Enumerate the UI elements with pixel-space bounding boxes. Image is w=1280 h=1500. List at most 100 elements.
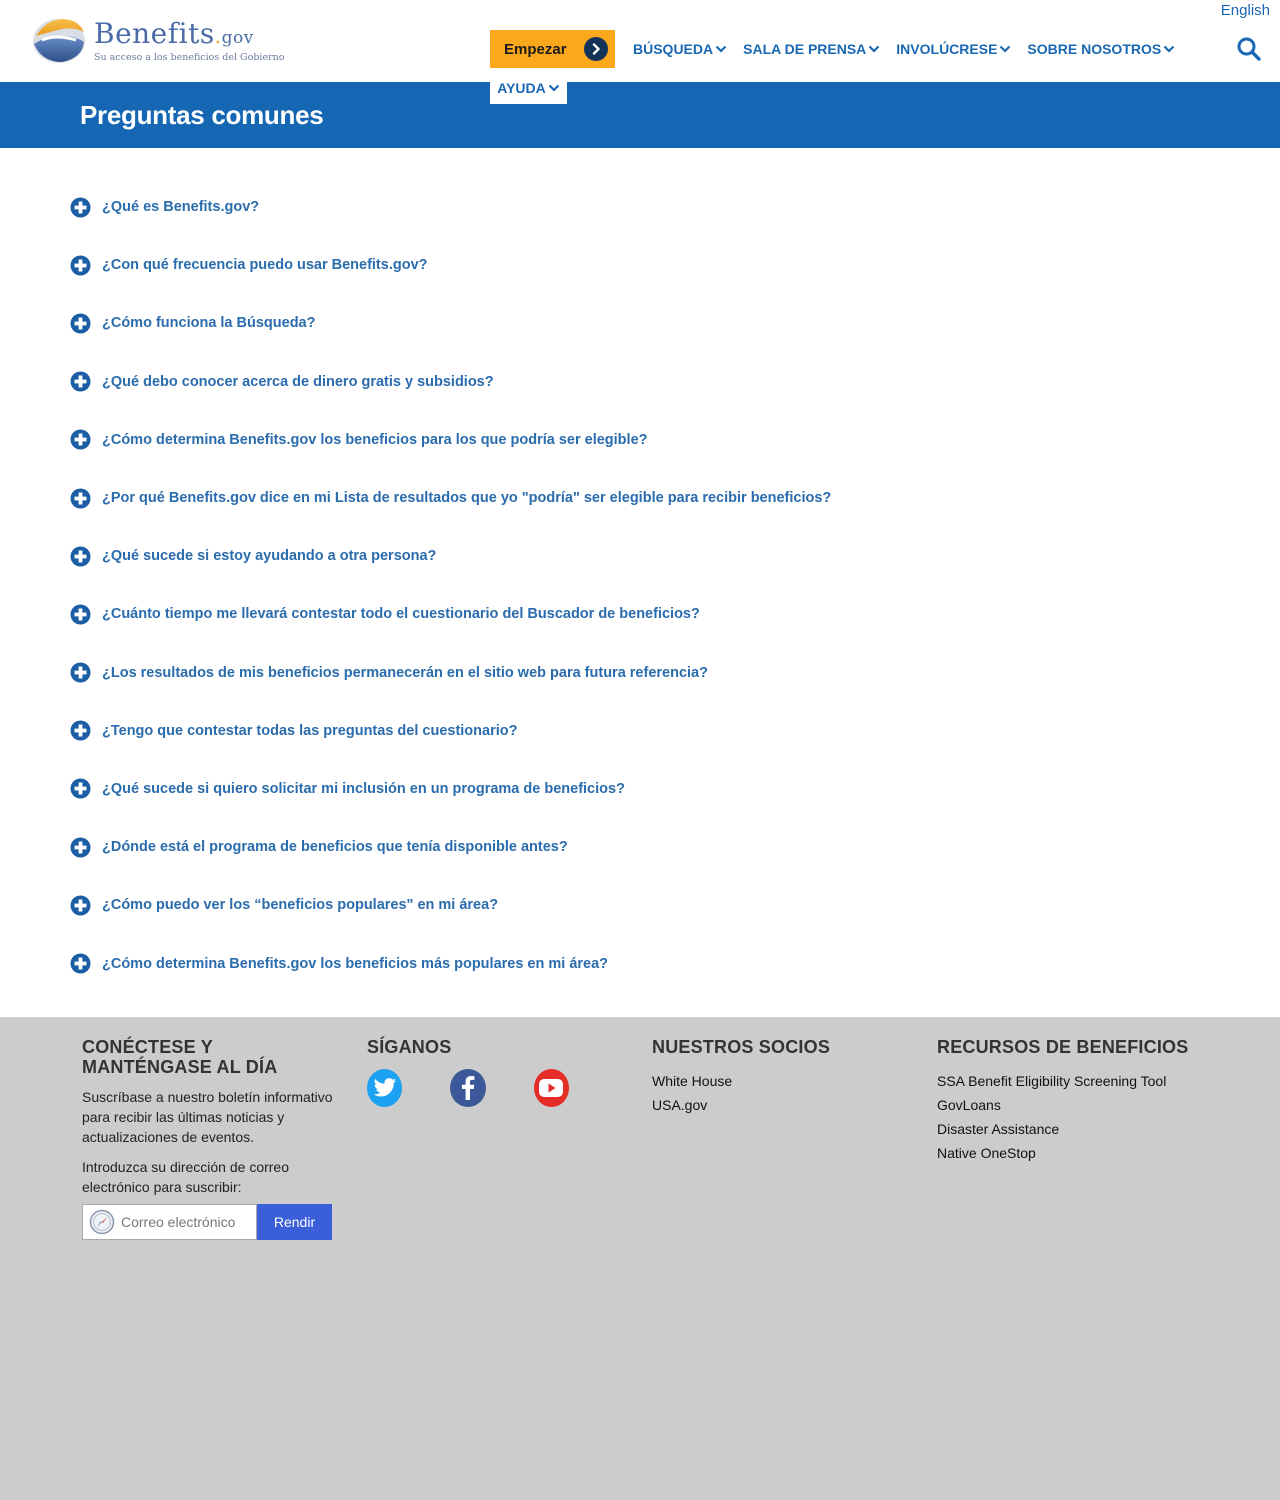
chevron-down-icon — [1000, 45, 1011, 53]
resource-link-ssa-best[interactable]: SSA Benefit Eligibility Screening Tool — [937, 1069, 1237, 1093]
faq-question: ¿Cómo determina Benefits.gov los benefic… — [102, 955, 609, 972]
plus-circle-icon — [70, 953, 91, 974]
resource-link-govloans[interactable]: GovLoans — [937, 1093, 1237, 1117]
chevron-down-icon — [869, 45, 880, 53]
partner-link-usa-gov[interactable]: USA.gov — [652, 1093, 902, 1117]
faq-item[interactable]: ¿Cómo funciona la Búsqueda? — [70, 294, 1170, 352]
compass-icon — [89, 1209, 115, 1235]
site-logo[interactable]: Benefits.gov Su acceso a los beneficios … — [32, 12, 284, 68]
faq-item[interactable]: ¿Cuánto tiempo me llevará contestar todo… — [70, 585, 1170, 643]
footer-partners-column: NUESTROS SOCIOS White House USA.gov — [652, 1037, 902, 1117]
nav-search[interactable]: BÚSQUEDA — [633, 41, 727, 57]
footer-partners-heading: NUESTROS SOCIOS — [652, 1037, 831, 1057]
plus-circle-icon — [70, 895, 91, 916]
site-footer: CONÉCTESE Y MANTÉNGASE AL DÍA Suscríbase… — [0, 1017, 1280, 1500]
partner-link-white-house[interactable]: White House — [652, 1069, 902, 1093]
chevron-down-icon — [1163, 45, 1175, 53]
faq-question: ¿Qué es Benefits.gov? — [102, 199, 260, 216]
faq-question: ¿Cómo puedo ver los “beneficios populare… — [102, 897, 499, 914]
nav-get-involved-label: INVOLÚCRESE — [896, 41, 998, 57]
globe-logo-icon — [33, 19, 85, 63]
nav-search-label: BÚSQUEDA — [633, 41, 714, 57]
plus-circle-icon — [70, 604, 91, 625]
faq-question: ¿Con qué frecuencia puedo usar Benefits.… — [102, 257, 428, 274]
nav-help-label: AYUDA — [497, 80, 546, 96]
faq-item[interactable]: ¿Qué sucede si quiero solicitar mi inclu… — [70, 760, 1170, 818]
facebook-icon[interactable] — [450, 1069, 486, 1107]
social-links — [367, 1069, 617, 1107]
footer-follow-heading: SÍGANOS — [367, 1037, 452, 1057]
plus-circle-icon — [70, 837, 91, 858]
plus-circle-icon — [70, 429, 91, 450]
start-button[interactable]: Empezar — [490, 30, 615, 68]
faq-item[interactable]: ¿Dónde está el programa de beneficios qu… — [70, 818, 1170, 876]
email-label: Introduzca su dirección de correo electr… — [82, 1159, 289, 1195]
logo-tagline: Su acceso a los beneficios del Gobierno — [94, 52, 285, 63]
search-button[interactable] — [1236, 36, 1262, 62]
nav-about-us[interactable]: SOBRE NOSOTROS — [1027, 41, 1175, 57]
faq-question: ¿Dónde está el programa de beneficios qu… — [102, 839, 568, 856]
faq-question: ¿Cómo determina Benefits.gov los benefic… — [102, 431, 648, 448]
chevron-right-icon — [584, 37, 608, 61]
chevron-down-icon — [715, 45, 727, 53]
logo-wordmark-suffix: gov — [221, 28, 254, 48]
newsletter-signup-form: Rendir — [82, 1204, 332, 1240]
faq-question: ¿Los resultados de mis beneficios perman… — [102, 664, 708, 681]
resource-links: SSA Benefit Eligibility Screening Tool G… — [937, 1069, 1237, 1165]
chevron-down-icon — [548, 84, 560, 92]
plus-circle-icon — [70, 546, 91, 567]
resource-link-disaster-assistance[interactable]: Disaster Assistance — [937, 1117, 1237, 1141]
plus-circle-icon — [70, 720, 91, 741]
youtube-icon[interactable] — [533, 1069, 569, 1107]
faq-question: ¿Qué sucede si quiero solicitar mi inclu… — [102, 780, 625, 797]
magnifier-icon — [1237, 37, 1261, 61]
plus-circle-icon — [70, 371, 91, 392]
plus-circle-icon — [70, 488, 91, 509]
site-header: English Benefits.gov Su acceso a los ben… — [0, 0, 1280, 82]
page-title-banner: Preguntas comunes — [0, 82, 1280, 148]
faq-question: ¿Qué sucede si estoy ayudando a otra per… — [102, 548, 437, 565]
partner-links: White House USA.gov — [652, 1069, 902, 1117]
faq-question: ¿Tengo que contestar todas las preguntas… — [102, 722, 518, 739]
faq-item[interactable]: ¿Con qué frecuencia puedo usar Benefits.… — [70, 236, 1170, 294]
faq-item[interactable]: ¿Qué es Benefits.gov? — [70, 178, 1170, 236]
nav-about-us-label: SOBRE NOSOTROS — [1027, 41, 1162, 57]
twitter-icon[interactable] — [367, 1069, 403, 1107]
faq-item[interactable]: ¿Cómo puedo ver los “beneficios populare… — [70, 876, 1170, 934]
nav-get-involved[interactable]: INVOLÚCRESE — [896, 41, 1011, 57]
logo-wordmark-main: Benefits — [94, 17, 215, 50]
faq-question: ¿Cómo funciona la Búsqueda? — [102, 315, 316, 332]
footer-resources-column: RECURSOS DE BENEFICIOS SSA Benefit Eligi… — [937, 1037, 1237, 1165]
logo-wordmark: Benefits.gov — [94, 20, 254, 48]
footer-connect-heading: CONÉCTESE Y MANTÉNGASE AL DÍA — [82, 1037, 278, 1077]
faq-item[interactable]: ¿Qué sucede si estoy ayudando a otra per… — [70, 527, 1170, 585]
faq-item[interactable]: ¿Qué debo conocer acerca de dinero grati… — [70, 353, 1170, 411]
submit-button[interactable]: Rendir — [257, 1204, 332, 1240]
plus-circle-icon — [70, 662, 91, 683]
faq-question: ¿Cuánto tiempo me llevará contestar todo… — [102, 606, 700, 623]
nav-press-room-label: SALA DE PRENSA — [743, 41, 867, 57]
main-nav: BÚSQUEDA SALA DE PRENSA INVOLÚCRESE SOBR… — [633, 41, 1191, 57]
footer-follow-column: SÍGANOS — [367, 1037, 617, 1107]
faq-item[interactable]: ¿Cómo determina Benefits.gov los benefic… — [70, 411, 1170, 469]
nav-help[interactable]: AYUDA — [490, 72, 567, 104]
plus-circle-icon — [70, 197, 91, 218]
faq-item[interactable]: ¿Tengo que contestar todas las preguntas… — [70, 702, 1170, 760]
start-button-label: Empezar — [504, 40, 567, 58]
faq-item[interactable]: ¿Por qué Benefits.gov dice en mi Lista d… — [70, 469, 1170, 527]
faq-list: ¿Qué es Benefits.gov? ¿Con qué frecuencia… — [70, 178, 1170, 993]
language-toggle-link[interactable]: English — [1221, 2, 1270, 19]
resource-link-native-onestop[interactable]: Native OneStop — [937, 1141, 1237, 1165]
faq-question: ¿Por qué Benefits.gov dice en mi Lista d… — [102, 490, 832, 507]
faq-item[interactable]: ¿Los resultados de mis beneficios perman… — [70, 644, 1170, 702]
plus-circle-icon — [70, 313, 91, 334]
footer-connect-column: CONÉCTESE Y MANTÉNGASE AL DÍA Suscríbase… — [82, 1037, 344, 1240]
faq-item[interactable]: ¿Cómo determina Benefits.gov los benefic… — [70, 934, 1170, 992]
faq-question: ¿Qué debo conocer acerca de dinero grati… — [102, 373, 494, 390]
email-input[interactable] — [121, 1214, 251, 1230]
page-title: Preguntas comunes — [80, 100, 324, 130]
newsletter-description: Suscríbase a nuestro boletín informativo… — [82, 1089, 333, 1145]
plus-circle-icon — [70, 255, 91, 276]
nav-press-room[interactable]: SALA DE PRENSA — [743, 41, 880, 57]
plus-circle-icon — [70, 778, 91, 799]
